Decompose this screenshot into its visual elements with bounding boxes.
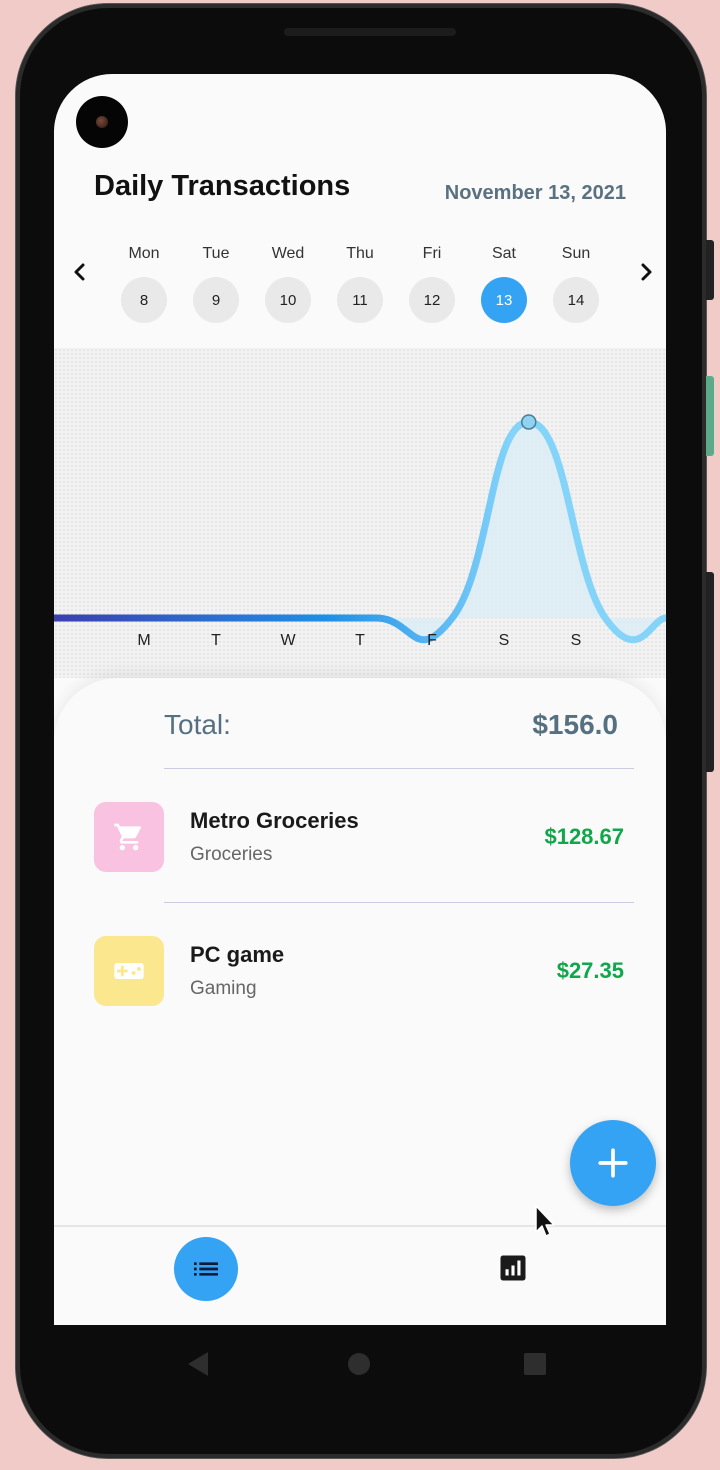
divider — [164, 768, 634, 769]
chart-highlight-point — [521, 414, 537, 430]
page-title: Daily Transactions — [94, 170, 351, 202]
total-row: Total: $156.0 — [164, 702, 618, 748]
spending-chart: M T W T F S S — [54, 348, 666, 678]
transaction-amount: $128.67 — [544, 824, 624, 849]
total-label: Total: — [164, 709, 231, 740]
day-mon[interactable]: Mon 8 — [108, 242, 180, 332]
back-icon[interactable] — [186, 1351, 210, 1377]
day-number: 12 — [409, 277, 455, 323]
divider — [164, 902, 634, 903]
speaker-grille — [284, 28, 456, 36]
list-icon — [194, 1262, 218, 1276]
total-value: $156.0 — [532, 709, 618, 740]
day-sat-selected[interactable]: Sat 13 — [468, 242, 540, 332]
x-tick-label: M — [137, 632, 151, 649]
add-transaction-button[interactable] — [570, 1120, 656, 1206]
recents-icon[interactable] — [523, 1352, 547, 1376]
transaction-text: PC game Gaming — [190, 942, 557, 1000]
plus-icon — [598, 1148, 628, 1178]
chevron-left-icon — [74, 263, 85, 281]
day-name: Thu — [346, 245, 374, 262]
shopping-cart-icon — [114, 823, 142, 851]
transaction-category: Groceries — [190, 844, 273, 865]
x-tick-label: T — [355, 632, 365, 649]
day-name: Mon — [128, 245, 160, 262]
transaction-category: Gaming — [190, 978, 257, 999]
day-name: Sat — [491, 245, 516, 262]
day-number: 8 — [121, 277, 167, 323]
day-number: 9 — [193, 277, 239, 323]
x-tick-label: S — [498, 632, 510, 649]
day-name: Fri — [422, 245, 442, 262]
x-tick-label: S — [570, 632, 582, 649]
line-chart — [54, 414, 666, 644]
day-number: 10 — [265, 277, 311, 323]
system-navigation-bar — [54, 1325, 666, 1405]
day-sun[interactable]: Sun 14 — [540, 242, 612, 332]
transaction-text: Metro Groceries Groceries — [190, 808, 544, 866]
x-tick-label: F — [427, 632, 437, 649]
home-icon[interactable] — [347, 1352, 371, 1376]
transaction-item[interactable]: PC game Gaming $27.35 — [94, 936, 624, 1006]
transaction-icon-tile — [94, 802, 164, 872]
x-tick-label: T — [211, 632, 221, 649]
x-tick-label: W — [280, 632, 296, 649]
day-thu[interactable]: Thu 11 — [324, 242, 396, 332]
gamepad-icon — [114, 963, 144, 979]
transaction-name: PC game — [190, 942, 285, 967]
side-button-top — [706, 240, 714, 300]
camera-cutout — [76, 96, 128, 148]
side-button-accent — [706, 376, 714, 456]
week-selector: Mon 8 Tue 9 Wed 10 Thu 11 Fri 12 Sat 13 — [108, 242, 612, 332]
side-button-volume — [706, 572, 714, 772]
day-number: 14 — [553, 277, 599, 323]
day-name: Wed — [271, 245, 305, 262]
app-screen: Daily Transactions November 13, 2021 Mon… — [54, 74, 666, 1325]
bottom-navigation — [54, 1225, 666, 1325]
chevron-right-icon — [641, 263, 652, 281]
transaction-amount: $27.35 — [556, 958, 624, 983]
current-date: November 13, 2021 — [444, 182, 626, 204]
day-tue[interactable]: Tue 9 — [180, 242, 252, 332]
next-week-button[interactable] — [634, 260, 658, 284]
nav-transactions-button[interactable] — [174, 1237, 238, 1301]
day-number: 13 — [481, 277, 527, 323]
bar-chart-icon — [500, 1255, 526, 1281]
transaction-icon-tile — [94, 936, 164, 1006]
chart-x-axis: M T W T F S S — [108, 632, 612, 656]
day-number: 11 — [337, 277, 383, 323]
transaction-name: Metro Groceries — [190, 808, 359, 833]
day-fri[interactable]: Fri 12 — [396, 242, 468, 332]
prev-week-button[interactable] — [68, 260, 92, 284]
phone-frame: Daily Transactions November 13, 2021 Mon… — [16, 4, 714, 1458]
day-name: Tue — [202, 245, 230, 262]
transaction-item[interactable]: Metro Groceries Groceries $128.67 — [94, 802, 624, 872]
day-name: Sun — [561, 245, 591, 262]
mouse-cursor-icon — [535, 1205, 555, 1237]
nav-statistics-button[interactable] — [498, 1253, 528, 1283]
day-wed[interactable]: Wed 10 — [252, 242, 324, 332]
